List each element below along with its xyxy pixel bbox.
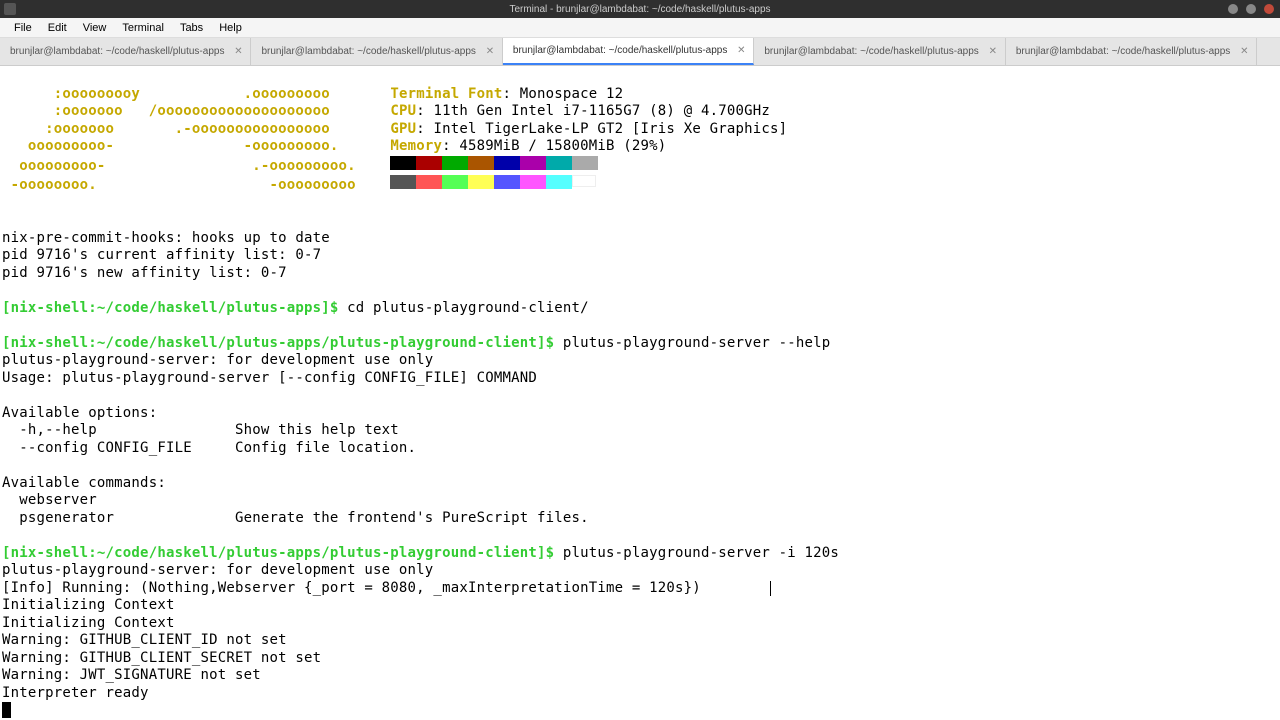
minimize-icon[interactable]: [1228, 4, 1238, 14]
terminal-output: pid 9716's current affinity list: 0-7: [2, 247, 321, 263]
sysinfo-label: Memory: [390, 138, 442, 154]
tab-label: brunjlar@lambdabat: ~/code/haskell/plutu…: [1016, 46, 1230, 57]
terminal-output: Available options:: [2, 405, 157, 421]
shell-command: plutus-playground-server -i 120s: [554, 545, 839, 561]
window-title: Terminal - brunjlar@lambdabat: ~/code/ha…: [509, 4, 770, 15]
close-tab-icon[interactable]: ✕: [484, 46, 496, 58]
terminal-output: webserver: [2, 492, 97, 508]
window-titlebar: Terminal - brunjlar@lambdabat: ~/code/ha…: [0, 0, 1280, 18]
terminal-output: Initializing Context: [2, 597, 175, 613]
close-icon[interactable]: [1264, 4, 1274, 14]
tab-label: brunjlar@lambdabat: ~/code/haskell/plutu…: [513, 45, 727, 56]
tab-0[interactable]: brunjlar@lambdabat: ~/code/haskell/plutu…: [0, 38, 251, 65]
terminal-output: Initializing Context: [2, 615, 175, 631]
terminal-output: nix-pre-commit-hooks: hooks up to date: [2, 230, 330, 246]
ascii-art: :ooooooo .-oooooooooooooooo: [2, 121, 330, 137]
shell-prompt: [nix-shell:~/code/haskell/plutus-apps/pl…: [2, 335, 554, 351]
ascii-art: :ooooooooy .ooooooooo: [2, 86, 330, 102]
terminal-output: Warning: GITHUB_CLIENT_SECRET not set: [2, 650, 321, 666]
terminal-output: --config CONFIG_FILE Config file locatio…: [2, 440, 416, 456]
terminal-output: plutus-playground-server: for developmen…: [2, 352, 433, 368]
terminal-viewport[interactable]: :ooooooooy .ooooooooo Terminal Font: Mon…: [0, 66, 1280, 720]
menubar: File Edit View Terminal Tabs Help: [0, 18, 1280, 38]
maximize-icon[interactable]: [1246, 4, 1256, 14]
menu-view[interactable]: View: [75, 20, 115, 36]
tab-label: brunjlar@lambdabat: ~/code/haskell/plutu…: [261, 46, 475, 57]
shell-command: cd plutus-playground-client/: [339, 300, 589, 316]
text-cursor-icon: [770, 581, 771, 596]
menu-help[interactable]: Help: [211, 20, 250, 36]
ascii-art: ooooooooo- .-ooooooooo.: [2, 158, 356, 174]
shell-prompt: [nix-shell:~/code/haskell/plutus-apps]$: [2, 300, 339, 316]
app-icon: [4, 3, 16, 15]
terminal-output: Warning: JWT_SIGNATURE not set: [2, 667, 261, 683]
sysinfo-label: CPU: [390, 103, 416, 119]
ascii-art: :ooooooo /oooooooooooooooooooo: [2, 103, 330, 119]
close-tab-icon[interactable]: ✕: [987, 46, 999, 58]
terminal-output: Available commands:: [2, 475, 166, 491]
tab-label: brunjlar@lambdabat: ~/code/haskell/plutu…: [764, 46, 978, 57]
menu-file[interactable]: File: [6, 20, 40, 36]
terminal-output: pid 9716's new affinity list: 0-7: [2, 265, 287, 281]
terminal-output: -h,--help Show this help text: [2, 422, 399, 438]
block-cursor-icon: [2, 702, 11, 718]
sysinfo-value: : 4589MiB / 15800MiB (29%): [442, 138, 666, 154]
close-tab-icon[interactable]: ✕: [232, 46, 244, 58]
terminal-output: Usage: plutus-playground-server [--confi…: [2, 370, 537, 386]
ascii-art: ooooooooo- -ooooooooo.: [2, 138, 339, 154]
sysinfo-label: GPU: [390, 121, 416, 137]
close-tab-icon[interactable]: ✕: [1238, 46, 1250, 58]
terminal-output: plutus-playground-server: for developmen…: [2, 562, 433, 578]
shell-prompt: [nix-shell:~/code/haskell/plutus-apps/pl…: [2, 545, 554, 561]
sysinfo-value: : Intel TigerLake-LP GT2 [Iris Xe Graphi…: [416, 121, 787, 137]
color-palette: [390, 156, 598, 176]
window-controls: [1228, 4, 1280, 14]
close-tab-icon[interactable]: ✕: [735, 45, 747, 57]
sysinfo-label: Terminal Font: [390, 86, 502, 102]
tab-3[interactable]: brunjlar@lambdabat: ~/code/haskell/plutu…: [754, 38, 1005, 65]
color-palette: [390, 175, 596, 195]
tab-4[interactable]: brunjlar@lambdabat: ~/code/haskell/plutu…: [1006, 38, 1257, 65]
tabbar: brunjlar@lambdabat: ~/code/haskell/plutu…: [0, 38, 1280, 66]
sysinfo-value: : Monospace 12: [503, 86, 624, 102]
tab-label: brunjlar@lambdabat: ~/code/haskell/plutu…: [10, 46, 224, 57]
terminal-output: Warning: GITHUB_CLIENT_ID not set: [2, 632, 287, 648]
menu-tabs[interactable]: Tabs: [172, 20, 211, 36]
terminal-output: psgenerator Generate the frontend's Pure…: [2, 510, 589, 526]
shell-command: plutus-playground-server --help: [554, 335, 830, 351]
tab-2[interactable]: brunjlar@lambdabat: ~/code/haskell/plutu…: [503, 38, 754, 65]
menu-edit[interactable]: Edit: [40, 20, 75, 36]
ascii-art: -oooooooo. -ooooooooo: [2, 177, 356, 193]
menu-terminal[interactable]: Terminal: [114, 20, 172, 36]
terminal-output: [Info] Running: (Nothing,Webserver {_por…: [2, 580, 701, 596]
terminal-output: Interpreter ready: [2, 685, 149, 701]
tab-1[interactable]: brunjlar@lambdabat: ~/code/haskell/plutu…: [251, 38, 502, 65]
sysinfo-value: : 11th Gen Intel i7-1165G7 (8) @ 4.700GH…: [416, 103, 770, 119]
